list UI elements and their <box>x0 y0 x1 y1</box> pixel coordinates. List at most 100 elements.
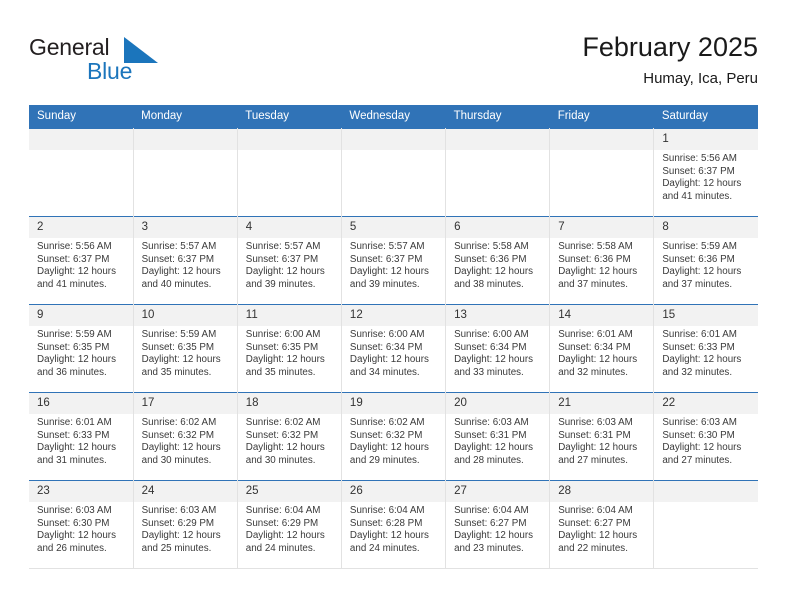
day-number: 18 <box>237 393 341 414</box>
sunset-text: Sunset: 6:32 PM <box>349 429 423 441</box>
daylight-text: Daylight: 12 hours and 28 minutes. <box>454 442 534 466</box>
daylight-text: Daylight: 12 hours and 22 minutes. <box>558 530 638 554</box>
calendar-day-cell[interactable]: 25 Sunrise: 6:04 AM Sunset: 6:29 PM Dayl… <box>237 480 342 569</box>
daylight-text: Daylight: 12 hours and 40 minutes. <box>141 266 221 290</box>
calendar-day-cell[interactable]: 10 Sunrise: 5:59 AM Sunset: 6:35 PM Dayl… <box>133 304 238 393</box>
calendar-day-cell[interactable] <box>341 128 447 217</box>
calendar-day-cell[interactable] <box>653 480 758 569</box>
calendar-day-cell[interactable]: 21 Sunrise: 6:03 AM Sunset: 6:31 PM Dayl… <box>549 392 655 481</box>
sunset-text: Sunset: 6:28 PM <box>349 517 423 529</box>
sunrise-text: Sunrise: 6:03 AM <box>662 417 737 428</box>
day-number: 26 <box>341 481 446 502</box>
day-info: Sunrise: 6:00 AM Sunset: 6:35 PM Dayligh… <box>238 326 341 379</box>
calendar-day-cell[interactable]: 13 Sunrise: 6:00 AM Sunset: 6:34 PM Dayl… <box>445 304 551 393</box>
calendar-day-cell[interactable]: 15 Sunrise: 6:01 AM Sunset: 6:33 PM Dayl… <box>653 304 758 393</box>
sunrise-text: Sunrise: 6:01 AM <box>37 417 112 428</box>
calendar-day-cell[interactable]: 6 Sunrise: 5:58 AM Sunset: 6:36 PM Dayli… <box>445 216 551 305</box>
sunset-text: Sunset: 6:37 PM <box>37 253 110 265</box>
day-info: Sunrise: 6:02 AM Sunset: 6:32 PM Dayligh… <box>342 414 445 467</box>
daylight-text: Daylight: 12 hours and 41 minutes. <box>662 178 742 202</box>
calendar-day-cell[interactable] <box>445 128 551 217</box>
calendar-day-cell[interactable] <box>29 128 134 217</box>
calendar-day-cell[interactable]: 14 Sunrise: 6:01 AM Sunset: 6:34 PM Dayl… <box>549 304 655 393</box>
day-info: Sunrise: 5:58 AM Sunset: 6:36 PM Dayligh… <box>550 238 653 291</box>
calendar-day-cell[interactable]: 3 Sunrise: 5:57 AM Sunset: 6:37 PM Dayli… <box>133 216 238 305</box>
calendar-day-cell[interactable]: 27 Sunrise: 6:04 AM Sunset: 6:27 PM Dayl… <box>445 480 551 569</box>
calendar-day-cell[interactable]: 20 Sunrise: 6:03 AM Sunset: 6:31 PM Dayl… <box>445 392 551 481</box>
calendar-day-cell[interactable]: 9 Sunrise: 5:59 AM Sunset: 6:35 PM Dayli… <box>29 304 134 393</box>
day-info: Sunrise: 6:03 AM Sunset: 6:30 PM Dayligh… <box>654 414 758 467</box>
sunset-text: Sunset: 6:32 PM <box>141 429 215 441</box>
day-number <box>133 129 237 150</box>
brand-logo[interactable]: General Blue <box>29 35 179 95</box>
calendar-week-row: 1 Sunrise: 5:56 AM Sunset: 6:37 PM Dayli… <box>29 128 758 217</box>
daylight-text: Daylight: 12 hours and 38 minutes. <box>454 266 534 290</box>
sunrise-text: Sunrise: 6:02 AM <box>349 417 425 428</box>
sunrise-text: Sunrise: 6:04 AM <box>558 505 633 516</box>
daylight-text: Daylight: 12 hours and 24 minutes. <box>349 530 429 554</box>
calendar-day-cell[interactable]: 24 Sunrise: 6:03 AM Sunset: 6:29 PM Dayl… <box>133 480 238 569</box>
calendar-day-cell[interactable] <box>237 128 342 217</box>
sunrise-text: Sunrise: 5:57 AM <box>141 241 217 252</box>
calendar-day-cell[interactable]: 4 Sunrise: 5:57 AM Sunset: 6:37 PM Dayli… <box>237 216 342 305</box>
sunrise-text: Sunrise: 5:57 AM <box>245 241 321 252</box>
day-number: 23 <box>29 481 133 502</box>
sunrise-text: Sunrise: 5:59 AM <box>662 241 737 252</box>
calendar-day-cell[interactable]: 22 Sunrise: 6:03 AM Sunset: 6:30 PM Dayl… <box>653 392 758 481</box>
calendar-week-row: 23 Sunrise: 6:03 AM Sunset: 6:30 PM Dayl… <box>29 480 758 569</box>
calendar-day-cell[interactable]: 23 Sunrise: 6:03 AM Sunset: 6:30 PM Dayl… <box>29 480 134 569</box>
sunrise-text: Sunrise: 6:03 AM <box>558 417 633 428</box>
day-number: 25 <box>237 481 341 502</box>
day-info: Sunrise: 5:56 AM Sunset: 6:37 PM Dayligh… <box>29 238 133 291</box>
calendar-week-row: 2 Sunrise: 5:56 AM Sunset: 6:37 PM Dayli… <box>29 216 758 305</box>
day-number: 21 <box>550 393 654 414</box>
calendar-day-cell[interactable] <box>549 128 655 217</box>
day-number: 9 <box>29 305 133 326</box>
calendar-day-cell[interactable]: 12 Sunrise: 6:00 AM Sunset: 6:34 PM Dayl… <box>341 304 447 393</box>
calendar-day-cell[interactable]: 17 Sunrise: 6:02 AM Sunset: 6:32 PM Dayl… <box>133 392 238 481</box>
calendar-day-cell[interactable]: 1 Sunrise: 5:56 AM Sunset: 6:37 PM Dayli… <box>653 128 758 217</box>
day-info: Sunrise: 6:03 AM Sunset: 6:31 PM Dayligh… <box>446 414 549 467</box>
day-info: Sunrise: 6:03 AM Sunset: 6:31 PM Dayligh… <box>550 414 653 467</box>
calendar-day-cell[interactable]: 5 Sunrise: 5:57 AM Sunset: 6:37 PM Dayli… <box>341 216 447 305</box>
daylight-text: Daylight: 12 hours and 34 minutes. <box>349 354 429 378</box>
calendar-day-cell[interactable]: 2 Sunrise: 5:56 AM Sunset: 6:37 PM Dayli… <box>29 216 134 305</box>
day-number: 17 <box>133 393 237 414</box>
daylight-text: Daylight: 12 hours and 27 minutes. <box>662 442 742 466</box>
daylight-text: Daylight: 12 hours and 30 minutes. <box>141 442 221 466</box>
sunset-text: Sunset: 6:34 PM <box>454 341 527 353</box>
daylight-text: Daylight: 12 hours and 27 minutes. <box>558 442 638 466</box>
triangle-flag-icon <box>124 37 158 63</box>
daylight-text: Daylight: 12 hours and 33 minutes. <box>454 354 534 378</box>
day-number: 13 <box>446 305 550 326</box>
calendar-day-cell[interactable] <box>133 128 238 217</box>
day-number: 7 <box>550 217 654 238</box>
calendar-day-cell[interactable]: 16 Sunrise: 6:01 AM Sunset: 6:33 PM Dayl… <box>29 392 134 481</box>
page-title: February 2025 <box>582 32 758 62</box>
calendar-day-cell[interactable]: 19 Sunrise: 6:02 AM Sunset: 6:32 PM Dayl… <box>341 392 447 481</box>
sunset-text: Sunset: 6:29 PM <box>245 517 319 529</box>
sunset-text: Sunset: 6:34 PM <box>558 341 631 353</box>
sunrise-text: Sunrise: 6:04 AM <box>349 505 425 516</box>
daylight-text: Daylight: 12 hours and 39 minutes. <box>245 266 325 290</box>
day-info: Sunrise: 5:57 AM Sunset: 6:37 PM Dayligh… <box>238 238 341 291</box>
sunrise-text: Sunrise: 5:58 AM <box>454 241 529 252</box>
calendar-day-cell[interactable]: 18 Sunrise: 6:02 AM Sunset: 6:32 PM Dayl… <box>237 392 342 481</box>
calendar-day-cell[interactable]: 8 Sunrise: 5:59 AM Sunset: 6:36 PM Dayli… <box>653 216 758 305</box>
day-info: Sunrise: 6:03 AM Sunset: 6:29 PM Dayligh… <box>134 502 237 555</box>
calendar-day-cell[interactable]: 26 Sunrise: 6:04 AM Sunset: 6:28 PM Dayl… <box>341 480 447 569</box>
sunrise-text: Sunrise: 5:59 AM <box>141 329 217 340</box>
page-header: General Blue February 2025 Humay, Ica, P… <box>29 30 758 98</box>
calendar-day-cell[interactable]: 11 Sunrise: 6:00 AM Sunset: 6:35 PM Dayl… <box>237 304 342 393</box>
day-info: Sunrise: 6:03 AM Sunset: 6:30 PM Dayligh… <box>29 502 133 555</box>
calendar-week-row: 9 Sunrise: 5:59 AM Sunset: 6:35 PM Dayli… <box>29 304 758 393</box>
daylight-text: Daylight: 12 hours and 32 minutes. <box>662 354 742 378</box>
sunset-text: Sunset: 6:31 PM <box>454 429 527 441</box>
calendar-day-cell[interactable]: 28 Sunrise: 6:04 AM Sunset: 6:27 PM Dayl… <box>549 480 655 569</box>
day-info: Sunrise: 5:57 AM Sunset: 6:37 PM Dayligh… <box>342 238 445 291</box>
weekday-header-saturday: Saturday <box>653 105 758 129</box>
day-number: 11 <box>237 305 341 326</box>
calendar-day-cell[interactable]: 7 Sunrise: 5:58 AM Sunset: 6:36 PM Dayli… <box>549 216 655 305</box>
sunrise-text: Sunrise: 5:56 AM <box>662 153 737 164</box>
daylight-text: Daylight: 12 hours and 29 minutes. <box>349 442 429 466</box>
